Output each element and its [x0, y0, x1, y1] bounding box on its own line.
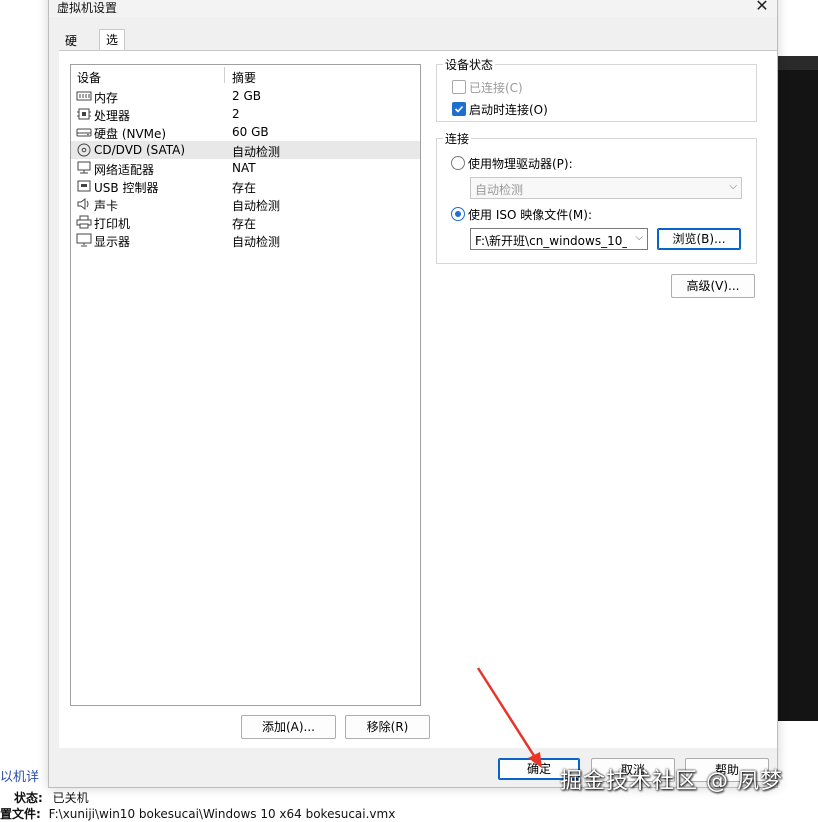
annotation-arrow-line: [476, 667, 540, 763]
watermark-text: 掘金技术社区 @ 夙梦: [560, 769, 783, 794]
annotation-arrow-head: [528, 752, 542, 768]
annotation-arrow-overlay: [476, 667, 542, 768]
